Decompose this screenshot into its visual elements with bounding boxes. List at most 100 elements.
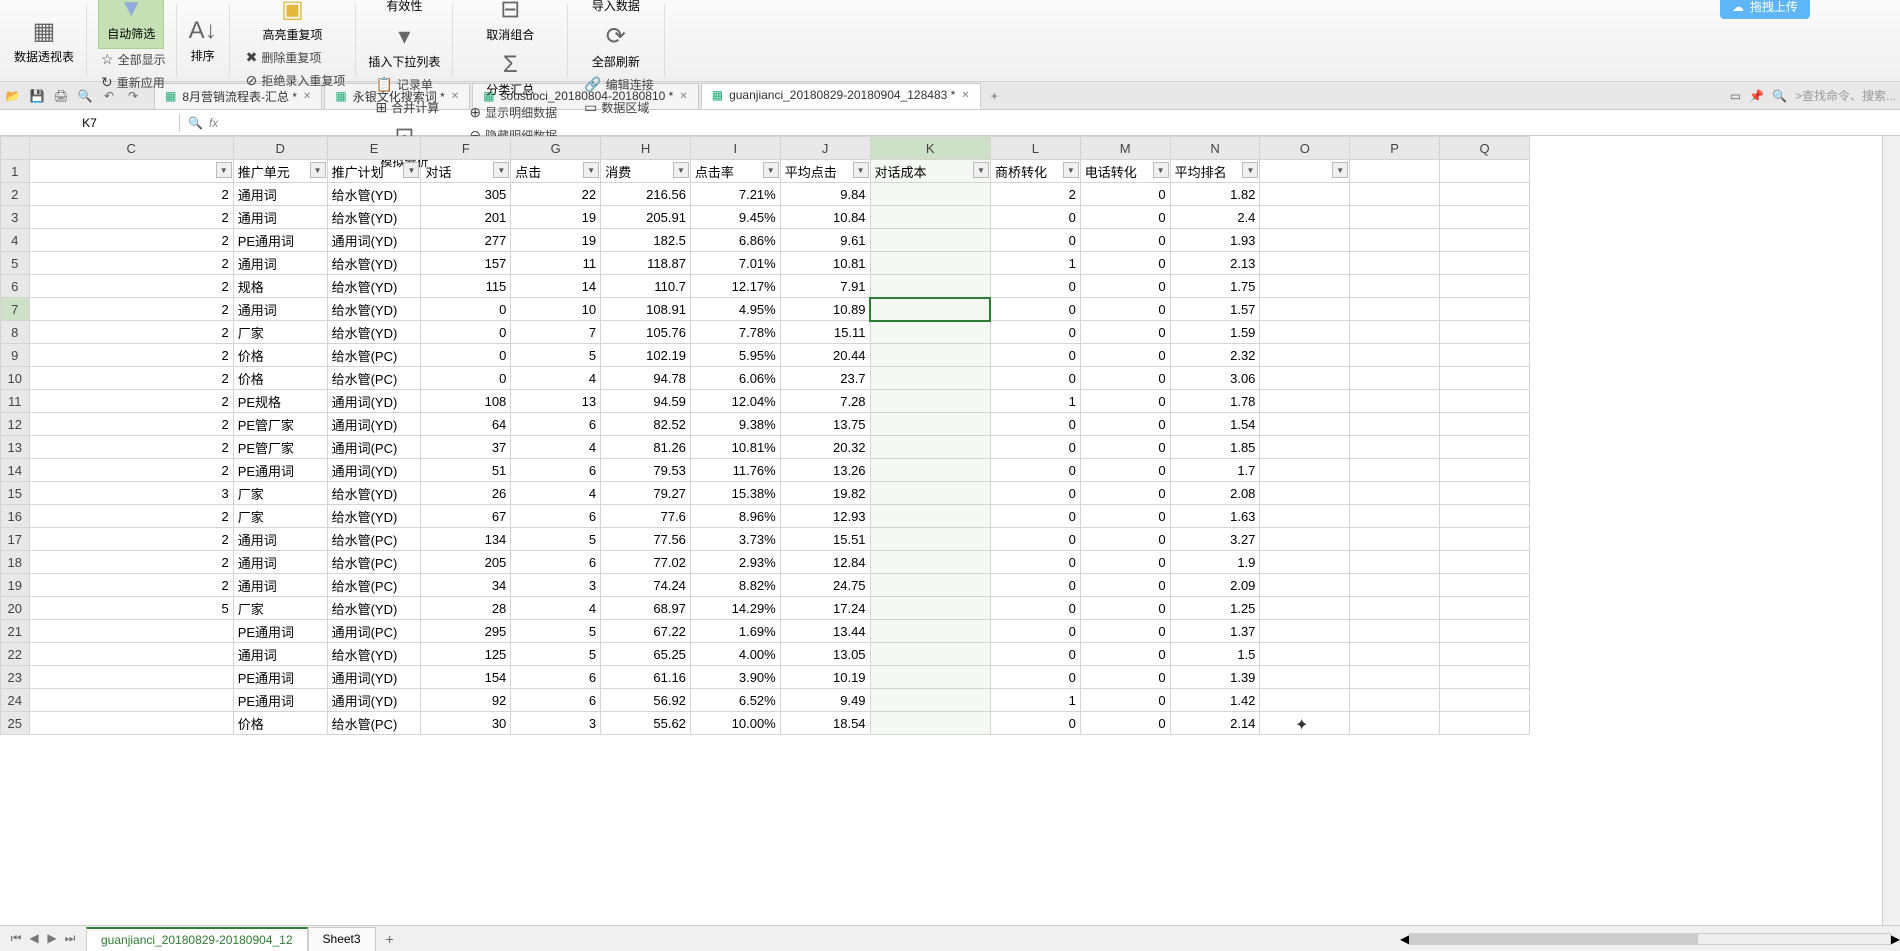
- cell-N9[interactable]: 2.32: [1170, 344, 1260, 367]
- cell-D3[interactable]: 通用词: [233, 206, 327, 229]
- cell-F16[interactable]: 67: [421, 505, 511, 528]
- sort-button[interactable]: A↓ 排序: [183, 13, 223, 68]
- cell-M18[interactable]: 0: [1080, 551, 1170, 574]
- cell-L15[interactable]: 0: [990, 482, 1080, 505]
- cell-L8[interactable]: 0: [990, 321, 1080, 344]
- cell-E13[interactable]: 通用词(PC): [327, 436, 421, 459]
- cell-I22[interactable]: 4.00%: [690, 643, 780, 666]
- cell-E5[interactable]: 给水管(YD): [327, 252, 421, 275]
- cell-O19[interactable]: [1260, 574, 1350, 597]
- cell-J17[interactable]: 15.51: [780, 528, 870, 551]
- cell-G9[interactable]: 5: [511, 344, 601, 367]
- cell-I8[interactable]: 7.78%: [690, 321, 780, 344]
- cell-N24[interactable]: 1.42: [1170, 689, 1260, 712]
- cell-D23[interactable]: PE通用词: [233, 666, 327, 689]
- cell-D24[interactable]: PE通用词: [233, 689, 327, 712]
- cell-H21[interactable]: 67.22: [601, 620, 691, 643]
- cell-H14[interactable]: 79.53: [601, 459, 691, 482]
- cell-F22[interactable]: 125: [421, 643, 511, 666]
- cell-P14[interactable]: [1350, 459, 1440, 482]
- column-header-Q[interactable]: Q: [1440, 137, 1530, 160]
- refresh-button[interactable]: ⟳全部刷新: [586, 18, 646, 74]
- cell-F8[interactable]: 0: [421, 321, 511, 344]
- cell-G23[interactable]: 6: [511, 666, 601, 689]
- cell-O7[interactable]: [1260, 298, 1350, 321]
- pivot-table-button[interactable]: ▦ 数据透视表: [8, 13, 80, 69]
- cell-K24[interactable]: [870, 689, 990, 712]
- cell-F10[interactable]: 0: [421, 367, 511, 390]
- cell-D5[interactable]: 通用词: [233, 252, 327, 275]
- cell-K5[interactable]: [870, 252, 990, 275]
- header-cell-I[interactable]: 点击率▼: [690, 160, 780, 183]
- cell-O25[interactable]: [1260, 712, 1350, 735]
- cell-N14[interactable]: 1.7: [1170, 459, 1260, 482]
- cell-L6[interactable]: 0: [990, 275, 1080, 298]
- cell-C8[interactable]: 2: [29, 321, 233, 344]
- cell-I14[interactable]: 11.76%: [690, 459, 780, 482]
- cell-E11[interactable]: 通用词(YD): [327, 390, 421, 413]
- cell-K2[interactable]: [870, 183, 990, 206]
- cell-D7[interactable]: 通用词: [233, 298, 327, 321]
- column-header-E[interactable]: E: [327, 137, 421, 160]
- cell-O24[interactable]: [1260, 689, 1350, 712]
- header-cell-Q[interactable]: [1440, 160, 1530, 183]
- row-header-7[interactable]: 7: [1, 298, 30, 321]
- header-cell-K[interactable]: 对话成本▼: [870, 160, 990, 183]
- row-header-10[interactable]: 10: [1, 367, 30, 390]
- cell-M11[interactable]: 0: [1080, 390, 1170, 413]
- reapply-button[interactable]: ↻重新应用: [97, 72, 170, 93]
- close-icon[interactable]: ✕: [961, 90, 969, 101]
- pin-icon[interactable]: 📌: [1749, 89, 1764, 103]
- cell-Q21[interactable]: [1440, 620, 1530, 643]
- cell-I11[interactable]: 12.04%: [690, 390, 780, 413]
- cell-E12[interactable]: 通用词(YD): [327, 413, 421, 436]
- cell-H19[interactable]: 74.24: [601, 574, 691, 597]
- cell-Q6[interactable]: [1440, 275, 1530, 298]
- close-icon[interactable]: ✕: [303, 91, 311, 102]
- cell-E14[interactable]: 通用词(YD): [327, 459, 421, 482]
- cell-G16[interactable]: 6: [511, 505, 601, 528]
- cell-I16[interactable]: 8.96%: [690, 505, 780, 528]
- cell-Q2[interactable]: [1440, 183, 1530, 206]
- cell-F6[interactable]: 115: [421, 275, 511, 298]
- cell-G8[interactable]: 7: [511, 321, 601, 344]
- cell-E10[interactable]: 给水管(PC): [327, 367, 421, 390]
- cell-M4[interactable]: 0: [1080, 229, 1170, 252]
- row-header-23[interactable]: 23: [1, 666, 30, 689]
- filter-dropdown-icon[interactable]: ▼: [216, 162, 232, 178]
- cell-M15[interactable]: 0: [1080, 482, 1170, 505]
- header-cell-E[interactable]: 推广计划▼: [327, 160, 421, 183]
- cell-J9[interactable]: 20.44: [780, 344, 870, 367]
- scroll-left-button[interactable]: ◀: [1400, 932, 1409, 946]
- cell-Q10[interactable]: [1440, 367, 1530, 390]
- cell-I15[interactable]: 15.38%: [690, 482, 780, 505]
- cell-F21[interactable]: 295: [421, 620, 511, 643]
- cell-F24[interactable]: 92: [421, 689, 511, 712]
- header-cell-N[interactable]: 平均排名▼: [1170, 160, 1260, 183]
- cell-H7[interactable]: 108.91: [601, 298, 691, 321]
- cell-Q17[interactable]: [1440, 528, 1530, 551]
- cell-D9[interactable]: 价格: [233, 344, 327, 367]
- cell-P23[interactable]: [1350, 666, 1440, 689]
- cell-J16[interactable]: 12.93: [780, 505, 870, 528]
- cell-H5[interactable]: 118.87: [601, 252, 691, 275]
- cell-J2[interactable]: 9.84: [780, 183, 870, 206]
- upload-button[interactable]: ☁ 拖拽上传: [1720, 0, 1810, 19]
- cell-J25[interactable]: 18.54: [780, 712, 870, 735]
- cell-G7[interactable]: 10: [511, 298, 601, 321]
- row-header-16[interactable]: 16: [1, 505, 30, 528]
- cell-P16[interactable]: [1350, 505, 1440, 528]
- cell-E16[interactable]: 给水管(YD): [327, 505, 421, 528]
- column-header-D[interactable]: D: [233, 137, 327, 160]
- row-header-12[interactable]: 12: [1, 413, 30, 436]
- cell-K7[interactable]: [870, 298, 990, 321]
- cell-M17[interactable]: 0: [1080, 528, 1170, 551]
- cell-P7[interactable]: [1350, 298, 1440, 321]
- cell-M25[interactable]: 0: [1080, 712, 1170, 735]
- cell-P3[interactable]: [1350, 206, 1440, 229]
- fx-search-icon[interactable]: 🔍: [188, 116, 203, 130]
- cell-L14[interactable]: 0: [990, 459, 1080, 482]
- row-header-1[interactable]: 1: [1, 160, 30, 183]
- cell-C18[interactable]: 2: [29, 551, 233, 574]
- cell-D12[interactable]: PE管厂家: [233, 413, 327, 436]
